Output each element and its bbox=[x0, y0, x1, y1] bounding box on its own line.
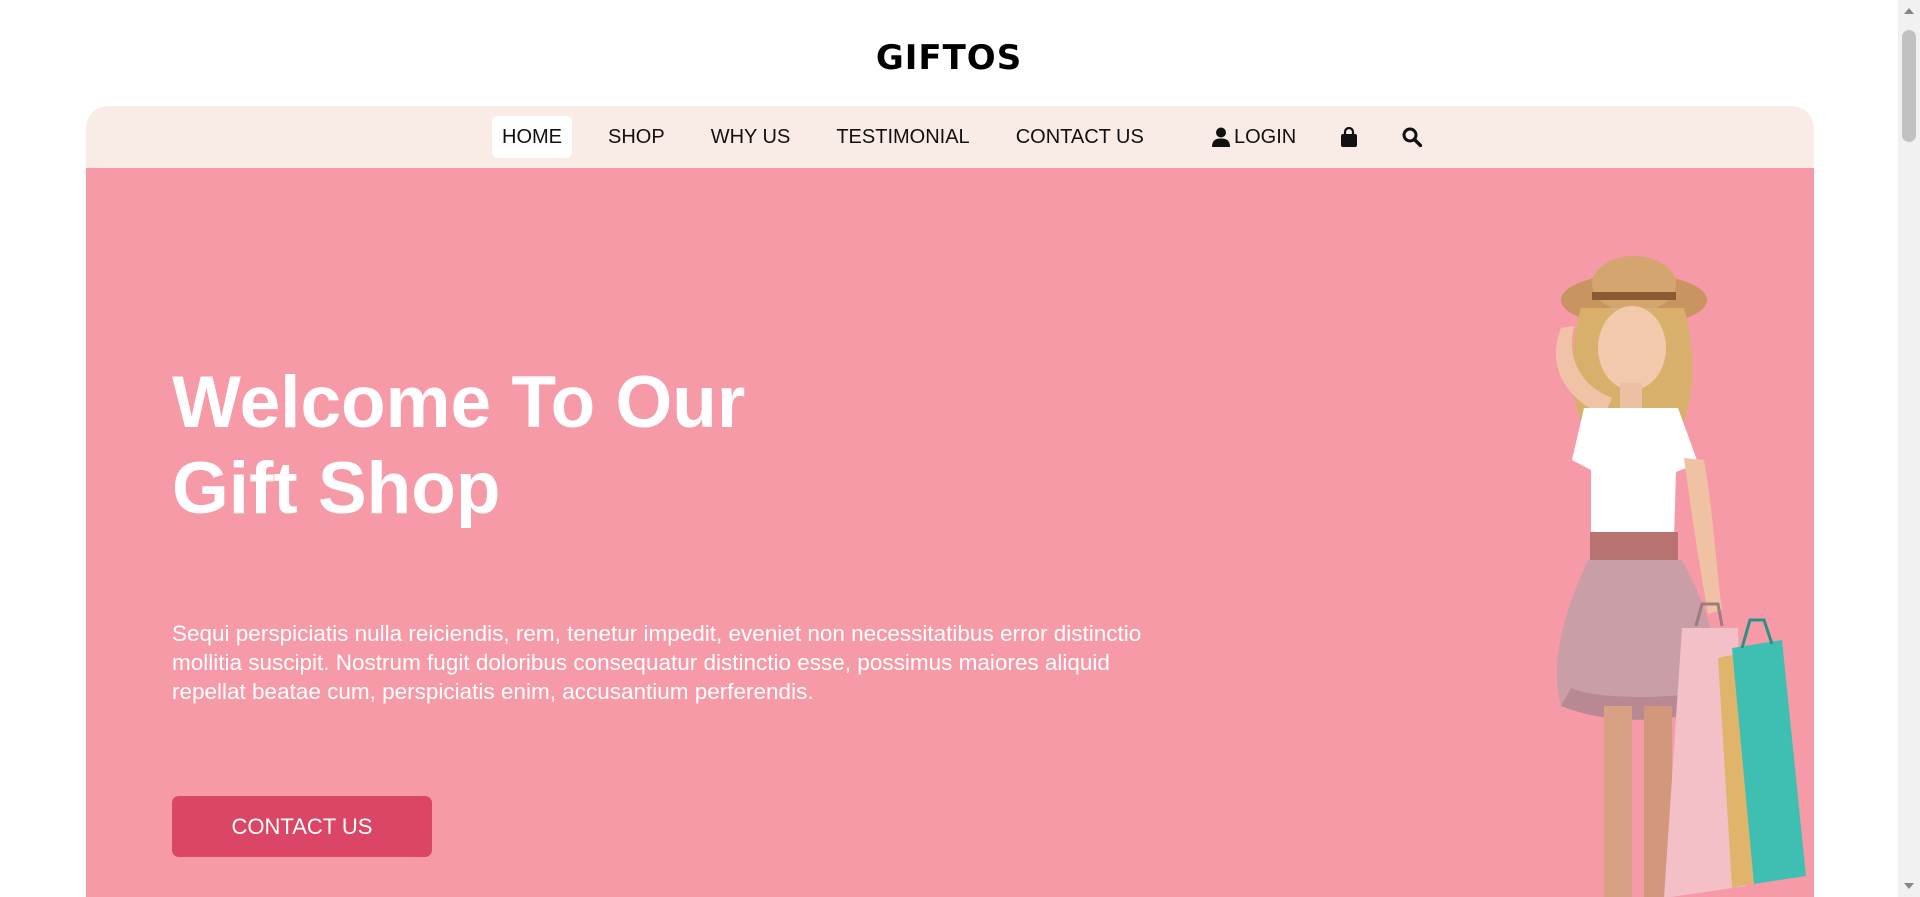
scroll-down-icon[interactable] bbox=[1904, 883, 1914, 889]
shopping-bag-icon bbox=[1341, 127, 1357, 147]
nav-why-us[interactable]: WHY US bbox=[701, 116, 801, 158]
nav-testimonial[interactable]: TESTIMONIAL bbox=[826, 116, 979, 158]
hero-title-line-2: Gift Shop bbox=[172, 448, 501, 529]
user-icon bbox=[1212, 127, 1230, 147]
scroll-up-icon[interactable] bbox=[1904, 8, 1914, 14]
girl-with-shopping-bags-image bbox=[1555, 256, 1806, 897]
brand-logo[interactable]: GIFTOS bbox=[0, 38, 1898, 78]
shopping-bag-link[interactable] bbox=[1340, 116, 1358, 158]
page-scrollbar[interactable] bbox=[1898, 0, 1920, 897]
search-icon bbox=[1402, 127, 1422, 147]
nav-home[interactable]: HOME bbox=[492, 116, 572, 158]
nav-links: HOME SHOP WHY US TESTIMONIAL CONTACT US bbox=[492, 116, 1180, 158]
hero-section: Welcome To Our Gift Shop Sequi perspicia… bbox=[86, 168, 1814, 897]
search-button[interactable] bbox=[1402, 116, 1422, 158]
hero-title: Welcome To Our Gift Shop bbox=[172, 360, 745, 532]
login-label: LOGIN bbox=[1234, 125, 1297, 148]
nav-shop[interactable]: SHOP bbox=[598, 116, 675, 158]
hero-title-line-1: Welcome To Our bbox=[172, 362, 746, 443]
scrollbar-thumb[interactable] bbox=[1902, 30, 1916, 142]
navbar: HOME SHOP WHY US TESTIMONIAL CONTACT US … bbox=[86, 106, 1814, 168]
contact-us-button[interactable]: CONTACT US bbox=[172, 796, 432, 857]
hero-description: Sequi perspiciatis nulla reiciendis, rem… bbox=[172, 621, 1142, 704]
login-link[interactable]: LOGIN bbox=[1212, 116, 1296, 158]
nav-contact-us[interactable]: CONTACT US bbox=[1006, 116, 1154, 158]
